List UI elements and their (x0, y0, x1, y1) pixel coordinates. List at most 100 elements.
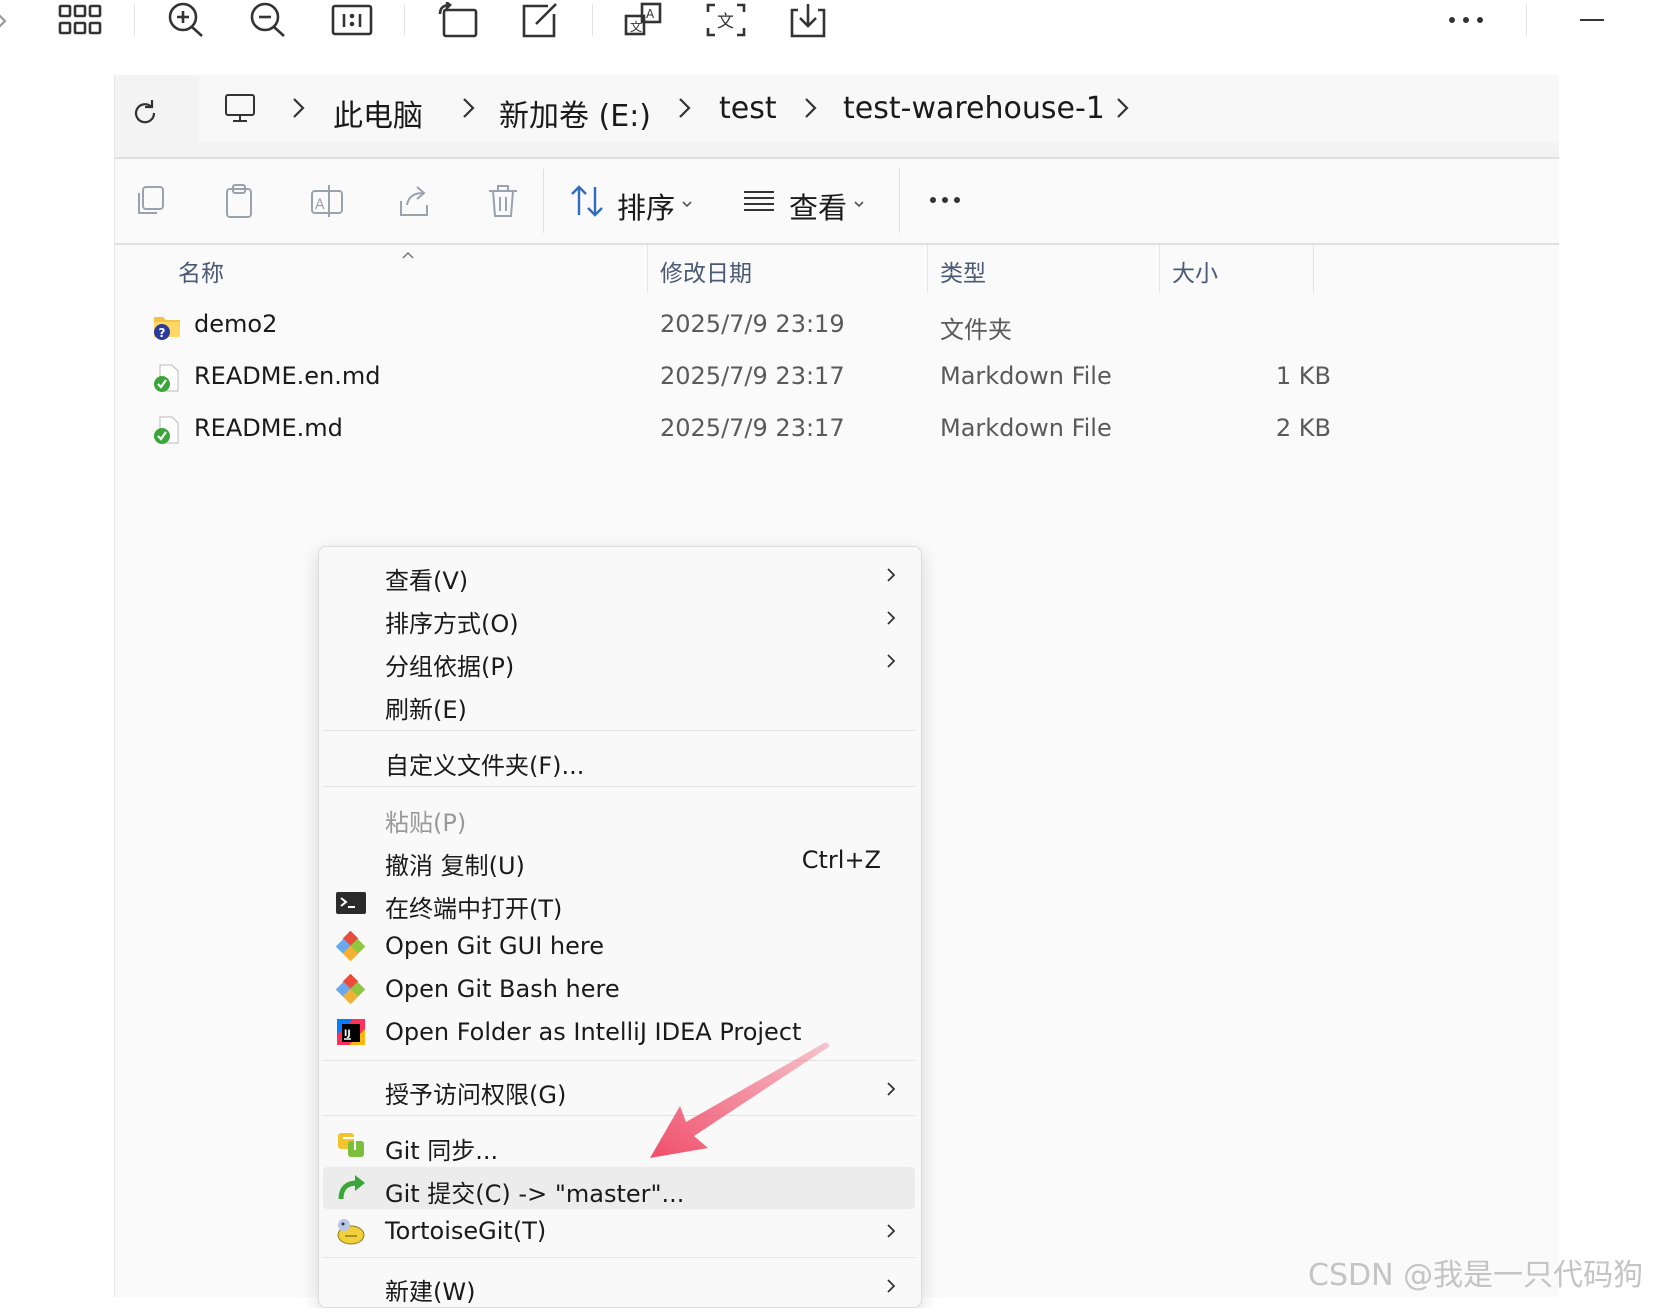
svg-text:文: 文 (630, 19, 642, 34)
menu-item-undo-copy[interactable]: 撤消 复制(U) Ctrl+Z (323, 839, 915, 881)
more-icon[interactable] (1444, 0, 1488, 40)
chevron-down-icon (681, 195, 693, 208)
edit-icon[interactable] (518, 0, 562, 40)
menu-item-label: 自定义文件夹(F)... (385, 752, 585, 780)
view-button[interactable]: 查看 (731, 173, 881, 229)
column-size[interactable]: 大小 (1172, 254, 1218, 288)
chevron-right-icon (887, 1082, 896, 1096)
breadcrumb-this-pc[interactable]: 此电脑 (333, 91, 423, 135)
toolbar-divider (1526, 4, 1527, 36)
file-size: 2 KB (1275, 414, 1331, 442)
rename-icon[interactable]: A (309, 183, 345, 219)
svg-text:?: ? (159, 326, 166, 340)
file-size: 1 KB (1275, 362, 1331, 390)
toolbar-divider (592, 4, 593, 36)
svg-text:A: A (315, 197, 325, 213)
paste-icon[interactable] (221, 183, 257, 219)
delete-icon[interactable] (485, 183, 521, 219)
column-type[interactable]: 类型 (940, 254, 986, 288)
share-icon[interactable] (397, 183, 433, 219)
context-menu: 查看(V) 排序方式(O) 分组依据(P) 刷新(E) 自定义文件夹(F)...… (318, 546, 922, 1308)
grid-icon[interactable] (58, 0, 102, 40)
breadcrumb[interactable]: 此电脑 新加卷 (E:) test test-warehouse-1 (199, 75, 1559, 143)
breadcrumb-test-warehouse-1[interactable]: test-warehouse-1 (843, 91, 1105, 126)
menu-item-git-gui[interactable]: Open Git GUI here (323, 925, 915, 967)
zoom-out-icon[interactable] (246, 0, 290, 40)
menu-item-paste: 粘贴(P) (323, 796, 915, 838)
ocr-icon[interactable]: 文 (704, 0, 748, 40)
chevron-right-icon (887, 1224, 896, 1238)
menu-item-git-bash[interactable]: Open Git Bash here (323, 968, 915, 1010)
menu-item-customize-folder[interactable]: 自定义文件夹(F)... (323, 739, 915, 781)
more-options-icon[interactable] (925, 185, 965, 215)
tortoisegit-icon (337, 1219, 365, 1245)
menu-item-git-commit[interactable]: Git 提交(C) -> "master"... (323, 1167, 915, 1209)
rotate-icon[interactable] (436, 0, 480, 40)
svg-text:A: A (646, 7, 655, 21)
translate-icon[interactable]: 文A (622, 0, 666, 40)
folder-unversioned-icon: ? (152, 311, 182, 341)
menu-item-label: 在终端中打开(T) (385, 895, 563, 923)
menu-item-view[interactable]: 查看(V) (323, 554, 915, 596)
column-date[interactable]: 修改日期 (660, 254, 752, 288)
menu-item-label: 新建(W) (385, 1278, 476, 1306)
actual-size-icon[interactable] (330, 0, 374, 40)
zoom-in-icon[interactable] (164, 0, 208, 40)
file-row[interactable]: README.md 2025/7/9 23:17 Markdown File 2… (115, 404, 1559, 456)
refresh-icon[interactable] (125, 93, 165, 133)
menu-item-label: 刷新(E) (385, 696, 467, 724)
git-sync-icon (338, 1133, 364, 1157)
breadcrumb-test[interactable]: test (719, 91, 777, 126)
svg-text:文: 文 (717, 12, 734, 32)
file-committed-icon (152, 415, 182, 445)
menu-item-label: 撤消 复制(U) (385, 852, 525, 880)
viewer-toolbar: 文A 文 (0, 0, 1662, 50)
menu-item-label: Git 同步... (385, 1137, 499, 1165)
menu-item-sort-by[interactable]: 排序方式(O) (323, 597, 915, 639)
git-gui-icon (335, 931, 366, 961)
menu-item-label: Git 提交(C) -> "master"... (385, 1180, 685, 1208)
file-name: demo2 (194, 310, 278, 338)
file-row[interactable]: ? demo2 2025/7/9 23:19 文件夹 (115, 300, 1559, 352)
chevron-right-icon[interactable] (459, 95, 479, 121)
menu-item-group-by[interactable]: 分组依据(P) (323, 640, 915, 682)
minimize-icon[interactable] (1570, 0, 1614, 40)
chevron-right-icon (887, 1279, 896, 1293)
breadcrumb-drive-e[interactable]: 新加卷 (E:) (499, 91, 651, 135)
file-name: README.md (194, 414, 343, 442)
chevron-right-icon[interactable] (801, 95, 821, 121)
chevron-down-icon (853, 195, 865, 208)
chevron-right-icon (887, 654, 896, 668)
chevron-right-icon[interactable] (289, 95, 309, 121)
save-icon[interactable] (786, 0, 830, 40)
column-name[interactable]: 名称 (178, 254, 224, 288)
menu-item-label: 排序方式(O) (385, 610, 519, 638)
toolbar-divider (134, 4, 135, 36)
menu-item-label: 查看(V) (385, 567, 469, 595)
back-arrow-icon[interactable] (0, 0, 16, 40)
column-divider[interactable] (927, 245, 928, 293)
column-divider[interactable] (1313, 245, 1314, 293)
chevron-right-icon (887, 611, 896, 625)
file-type: Markdown File (940, 414, 1112, 442)
column-divider[interactable] (647, 245, 648, 293)
sort-label: 排序 (617, 191, 676, 225)
menu-item-open-terminal[interactable]: 在终端中打开(T) (323, 882, 915, 924)
file-type: 文件夹 (940, 316, 1012, 344)
chevron-right-icon[interactable] (675, 95, 695, 121)
computer-icon[interactable] (223, 91, 257, 125)
sort-button[interactable]: 排序 (555, 173, 705, 229)
view-list-icon (741, 183, 777, 219)
command-bar: A 排序 查看 (115, 159, 1559, 245)
column-divider[interactable] (1159, 245, 1160, 293)
command-divider (543, 169, 544, 233)
menu-item-new[interactable]: 新建(W) (323, 1265, 915, 1307)
copy-icon[interactable] (133, 183, 169, 219)
file-row[interactable]: README.en.md 2025/7/9 23:17 Markdown Fil… (115, 352, 1559, 404)
menu-item-tortoisegit[interactable]: TortoiseGit(T) (323, 1210, 915, 1252)
sort-icon (569, 183, 605, 219)
menu-item-refresh[interactable]: 刷新(E) (323, 683, 915, 725)
toolbar-divider (404, 4, 405, 36)
sort-ascending-icon (401, 245, 415, 259)
chevron-right-icon[interactable] (1113, 95, 1133, 121)
